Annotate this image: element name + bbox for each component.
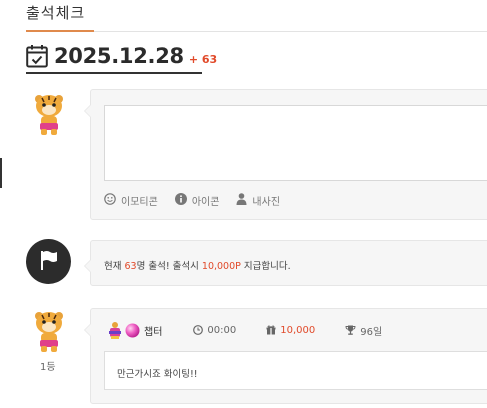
flag-icon [38, 249, 60, 275]
smile-icon [104, 193, 121, 208]
nickname[interactable]: 챕터 [144, 323, 162, 338]
info-icon [174, 193, 192, 208]
entry-message: 만근가시죠 화이팅!! [117, 369, 198, 380]
gift-icon [266, 325, 276, 335]
clock-icon [193, 325, 204, 335]
rank-label: 1등 [40, 362, 56, 373]
entry-meta: 챕터 00:00 10,000 96일 [108, 321, 382, 339]
composer-toolbar: 이모티콘 아이콘 내사진 [104, 193, 297, 208]
date-value: 2025.12.28 [54, 44, 184, 68]
notice-flag-badge [26, 239, 71, 284]
icon-label: 아이콘 [191, 197, 220, 208]
earned-points: 10,000 [280, 324, 316, 336]
reward-points: 10,000P [201, 261, 241, 272]
user-avatar-tiger-icon [30, 309, 68, 353]
attendance-entry: 챕터 00:00 10,000 96일 만근가시죠 화이팅!! [84, 308, 487, 404]
tab-attendance-check[interactable]: 출석체크 [26, 2, 85, 23]
person-icon [236, 193, 252, 208]
attendance-notice: 현재 63명 출석! 출석시 10,000P 지급합니다. [84, 240, 487, 286]
date-underline [26, 72, 202, 74]
my-photo-button[interactable]: 내사진 [236, 193, 280, 208]
check-time: 00:00 [207, 324, 237, 336]
date-header: 2025.12.28 + 63 [26, 41, 217, 71]
icon-button[interactable]: 아이콘 [174, 193, 220, 208]
streak-days: 96일 [360, 326, 383, 338]
notice-suffix: 지급합니다. [240, 261, 291, 272]
active-tab-underline [26, 30, 94, 32]
comment-composer: 이모티콘 아이콘 내사진 [84, 89, 487, 220]
left-edge-mark [0, 158, 2, 188]
attendee-count: 63 [124, 261, 137, 272]
level-badge-icon [108, 321, 122, 339]
notice-prefix: 현재 [104, 261, 125, 272]
comment-textarea[interactable] [104, 105, 487, 181]
notice-text: 현재 63명 출석! 출석시 10,000P 지급합니다. [104, 258, 291, 272]
emoticon-label: 이모티콘 [121, 197, 158, 208]
trophy-icon [345, 325, 356, 335]
calendar-check-icon [26, 44, 48, 68]
emoticon-button[interactable]: 이모티콘 [104, 193, 158, 208]
my-photo-label: 내사진 [252, 197, 281, 208]
notice-middle: 명 출석! 출석시 [136, 261, 202, 272]
attendance-delta: + 63 [188, 53, 218, 66]
level-orb-icon [125, 323, 140, 338]
entry-message-box: 만근가시죠 화이팅!! [104, 351, 487, 390]
user-avatar-tiger-icon [30, 92, 68, 136]
tab-divider [26, 31, 487, 32]
